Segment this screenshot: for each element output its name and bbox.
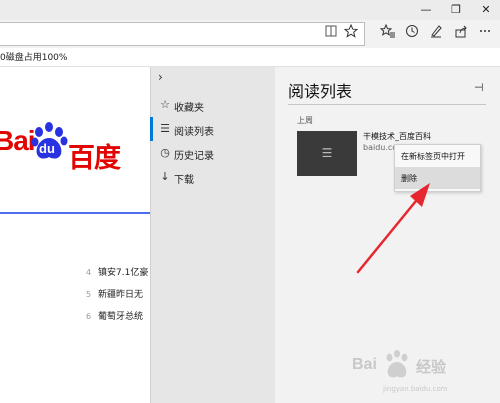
close-button[interactable]: ✕ bbox=[472, 0, 500, 20]
watermark-url: jingyan.baidu.com bbox=[383, 385, 448, 393]
menu-item-label: 在新标签页中打开 bbox=[401, 152, 465, 161]
expand-chevron-icon[interactable]: › bbox=[158, 70, 163, 84]
watermark-brand: Bai bbox=[352, 356, 377, 373]
nav-item-history[interactable]: ◷ 历史记录 bbox=[150, 141, 275, 165]
news-rank: 6 bbox=[86, 312, 92, 321]
menu-item-open-in-new-tab[interactable]: 在新标签页中打开 bbox=[395, 145, 480, 167]
nav-item-downloads[interactable]: ↓ 下载 bbox=[150, 165, 275, 189]
favorite-star-icon[interactable] bbox=[342, 23, 360, 42]
favorites-hub-icon[interactable] bbox=[379, 23, 397, 42]
download-icon: ↓ bbox=[160, 170, 170, 183]
star-outline-icon: ☆ bbox=[160, 98, 170, 111]
baidu-logo-right: 百度 bbox=[68, 143, 121, 173]
history-icon: ◷ bbox=[160, 146, 170, 159]
nav-item-label: 阅读列表 bbox=[174, 127, 214, 138]
nav-item-label: 历史记录 bbox=[174, 151, 214, 162]
pin-icon[interactable]: ⊣ bbox=[474, 81, 484, 94]
news-title[interactable]: 葡萄牙总统 bbox=[98, 312, 143, 322]
reading-item-title[interactable]: 干模技术_百度百科 bbox=[363, 131, 431, 142]
share-icon[interactable] bbox=[452, 24, 470, 42]
nav-item-label: 收藏夹 bbox=[174, 103, 204, 114]
reading-view-icon[interactable] bbox=[322, 24, 340, 42]
minimize-button[interactable]: — bbox=[412, 0, 440, 20]
restore-button[interactable]: ❐ bbox=[442, 0, 470, 20]
hub-title-divider bbox=[288, 104, 486, 105]
news-title[interactable]: 镇安7.1亿豪 bbox=[98, 268, 148, 278]
news-title[interactable]: 新疆昨日无 bbox=[98, 290, 143, 300]
history-clock-icon[interactable] bbox=[403, 24, 421, 42]
reading-list-icon: ☰ bbox=[160, 122, 170, 135]
watermark-paw-icon bbox=[386, 350, 408, 378]
reading-item-domain: baidu.co bbox=[363, 143, 398, 152]
nav-item-label: 下载 bbox=[174, 175, 194, 186]
web-page bbox=[0, 67, 150, 403]
address-bar[interactable] bbox=[0, 22, 365, 46]
info-bar-text: 0磁盘占用100% bbox=[0, 53, 68, 63]
info-bar bbox=[0, 48, 500, 67]
pen-icon[interactable] bbox=[427, 24, 445, 42]
nav-item-reading-list[interactable]: ☰ 阅读列表 bbox=[150, 117, 275, 141]
search-box-border[interactable] bbox=[0, 212, 150, 214]
menu-item-label: 删除 bbox=[401, 174, 417, 183]
news-item[interactable]: 6 葡萄牙总统 bbox=[86, 309, 150, 322]
watermark-text: 经验 bbox=[416, 359, 447, 376]
more-icon[interactable] bbox=[476, 24, 494, 42]
menu-item-delete[interactable]: 删除 bbox=[395, 167, 480, 189]
news-item[interactable]: 4 镇安7.1亿豪 bbox=[86, 265, 150, 278]
news-rank: 5 bbox=[86, 290, 92, 299]
news-rank: 4 bbox=[86, 268, 92, 277]
nav-item-favorites[interactable]: ☆ 收藏夹 bbox=[150, 93, 275, 117]
group-label: 上周 bbox=[297, 116, 313, 125]
document-icon: ☰ bbox=[321, 146, 333, 160]
news-item[interactable]: 5 新疆昨日无 bbox=[86, 287, 150, 300]
baidu-paw-text: du bbox=[39, 141, 55, 156]
hub-title: 阅读列表 bbox=[288, 82, 353, 101]
